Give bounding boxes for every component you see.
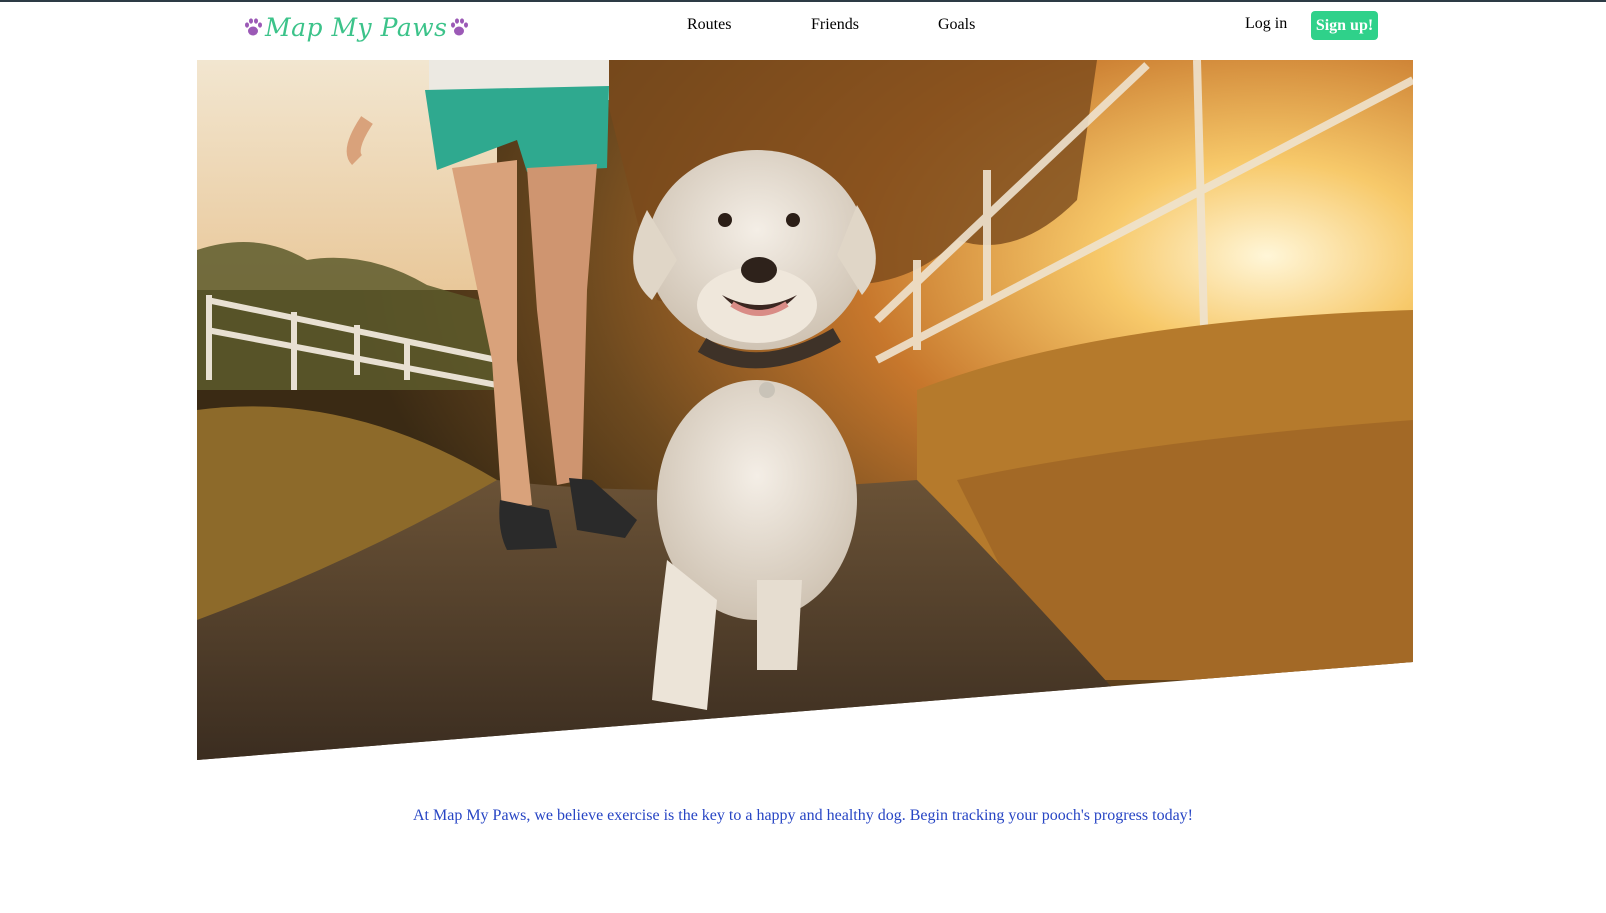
brand-name: Map My Paws — [265, 12, 448, 42]
logo[interactable]: Map My Paws — [243, 10, 469, 44]
nav-link-goals[interactable]: Goals — [938, 16, 975, 34]
login-link[interactable]: Log in — [1245, 15, 1287, 33]
signup-button[interactable]: Sign up! — [1311, 11, 1378, 40]
tagline: At Map My Paws, we believe exercise is t… — [412, 807, 1194, 824]
nav-link-friends[interactable]: Friends — [811, 16, 859, 34]
nav-link-routes[interactable]: Routes — [687, 16, 731, 34]
paw-icon — [451, 18, 469, 36]
paw-icon — [245, 18, 262, 36]
navbar: Map My Paws Routes Friends Goals Log in … — [0, 2, 1606, 58]
hero-image — [197, 60, 1413, 760]
